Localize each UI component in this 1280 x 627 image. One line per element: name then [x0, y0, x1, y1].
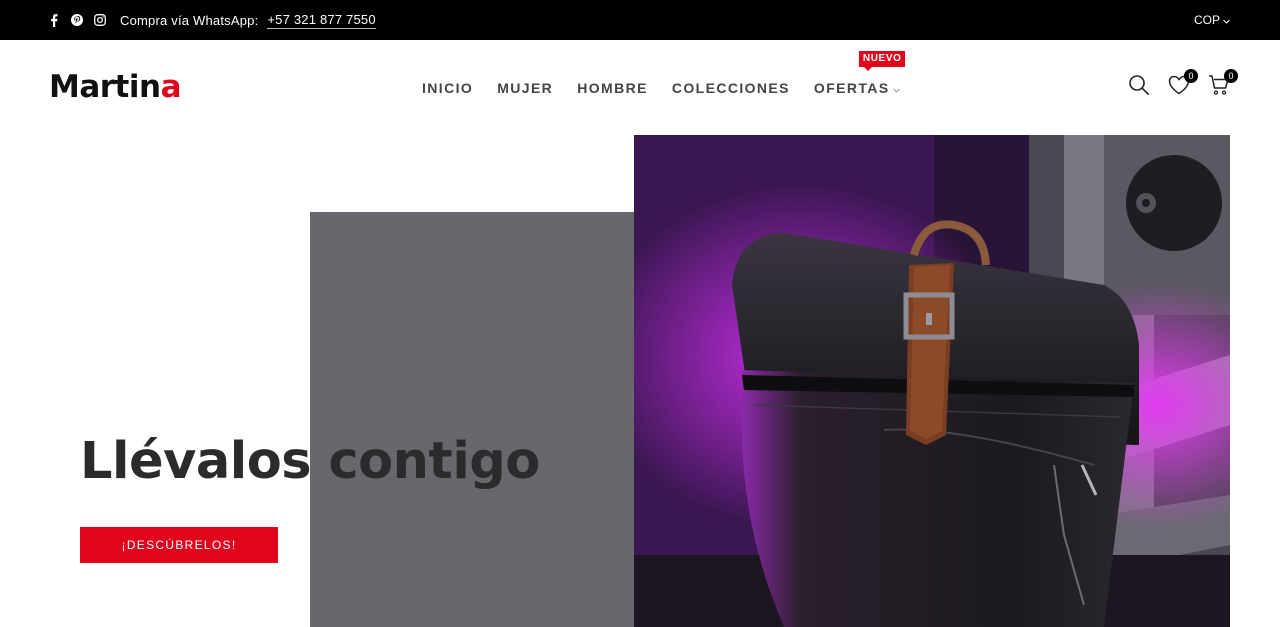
hero-title: Llévalos contigo	[80, 432, 540, 491]
instagram-icon[interactable]	[94, 14, 106, 26]
nav-label: INICIO	[422, 79, 474, 96]
chevron-down-icon	[892, 80, 900, 96]
nav-label: COLECCIONES	[671, 79, 790, 96]
nav-item-ofertas[interactable]: NUEVO OFERTAS	[813, 50, 906, 96]
facebook-icon[interactable]	[48, 13, 60, 27]
decorative-gray-panel	[310, 212, 634, 627]
whatsapp-label: Compra vía WhatsApp:	[120, 12, 259, 28]
nav-label: MUJER	[497, 79, 554, 96]
wishlist-count: 0	[1184, 68, 1198, 83]
pinterest-icon[interactable]	[71, 14, 83, 26]
logo-text: Martin	[49, 69, 161, 105]
nav-label: HOMBRE	[577, 79, 648, 96]
whatsapp-contact: Compra vía WhatsApp: +57 321 877 7550	[120, 0, 376, 40]
main-navigation: INICIO MUJER HOMBRE COLECCIONES NUEVO OF…	[410, 40, 912, 135]
currency-selector[interactable]: COP	[1194, 0, 1230, 40]
header-actions: 0 0	[1126, 40, 1238, 135]
discover-button[interactable]: ¡DESCÚBRELOS!	[80, 527, 278, 563]
nav-item-hombre[interactable]: HOMBRE	[577, 80, 648, 96]
search-button[interactable]	[1126, 75, 1152, 101]
nav-item-colecciones[interactable]: COLECCIONES	[672, 80, 790, 96]
announcement-bar: Compra vía WhatsApp: +57 321 877 7550 CO…	[0, 0, 1280, 40]
hero-slider: Llévalos contigo ¡DESCÚBRELOS!	[0, 135, 1280, 627]
cart-count: 0	[1224, 68, 1238, 83]
nav-item-inicio[interactable]: INICIO	[422, 80, 473, 96]
social-links	[48, 0, 106, 40]
nav-label: OFERTAS	[813, 79, 890, 96]
site-header: Martina INICIO MUJER HOMBRE COLECCIONES …	[0, 40, 1280, 135]
wishlist-button[interactable]: 0	[1166, 68, 1198, 101]
new-badge: NUEVO	[858, 50, 906, 71]
hero-backpack-image	[634, 135, 1230, 627]
cart-button[interactable]: 0	[1206, 68, 1238, 101]
currency-label: COP	[1193, 13, 1220, 27]
site-logo[interactable]: Martina	[49, 67, 182, 107]
search-icon	[1128, 74, 1150, 101]
whatsapp-phone-link[interactable]: +57 321 877 7550	[267, 12, 376, 29]
nav-item-mujer[interactable]: MUJER	[497, 80, 553, 96]
logo-accent-letter: a	[160, 69, 182, 105]
chevron-down-icon	[1223, 13, 1230, 27]
